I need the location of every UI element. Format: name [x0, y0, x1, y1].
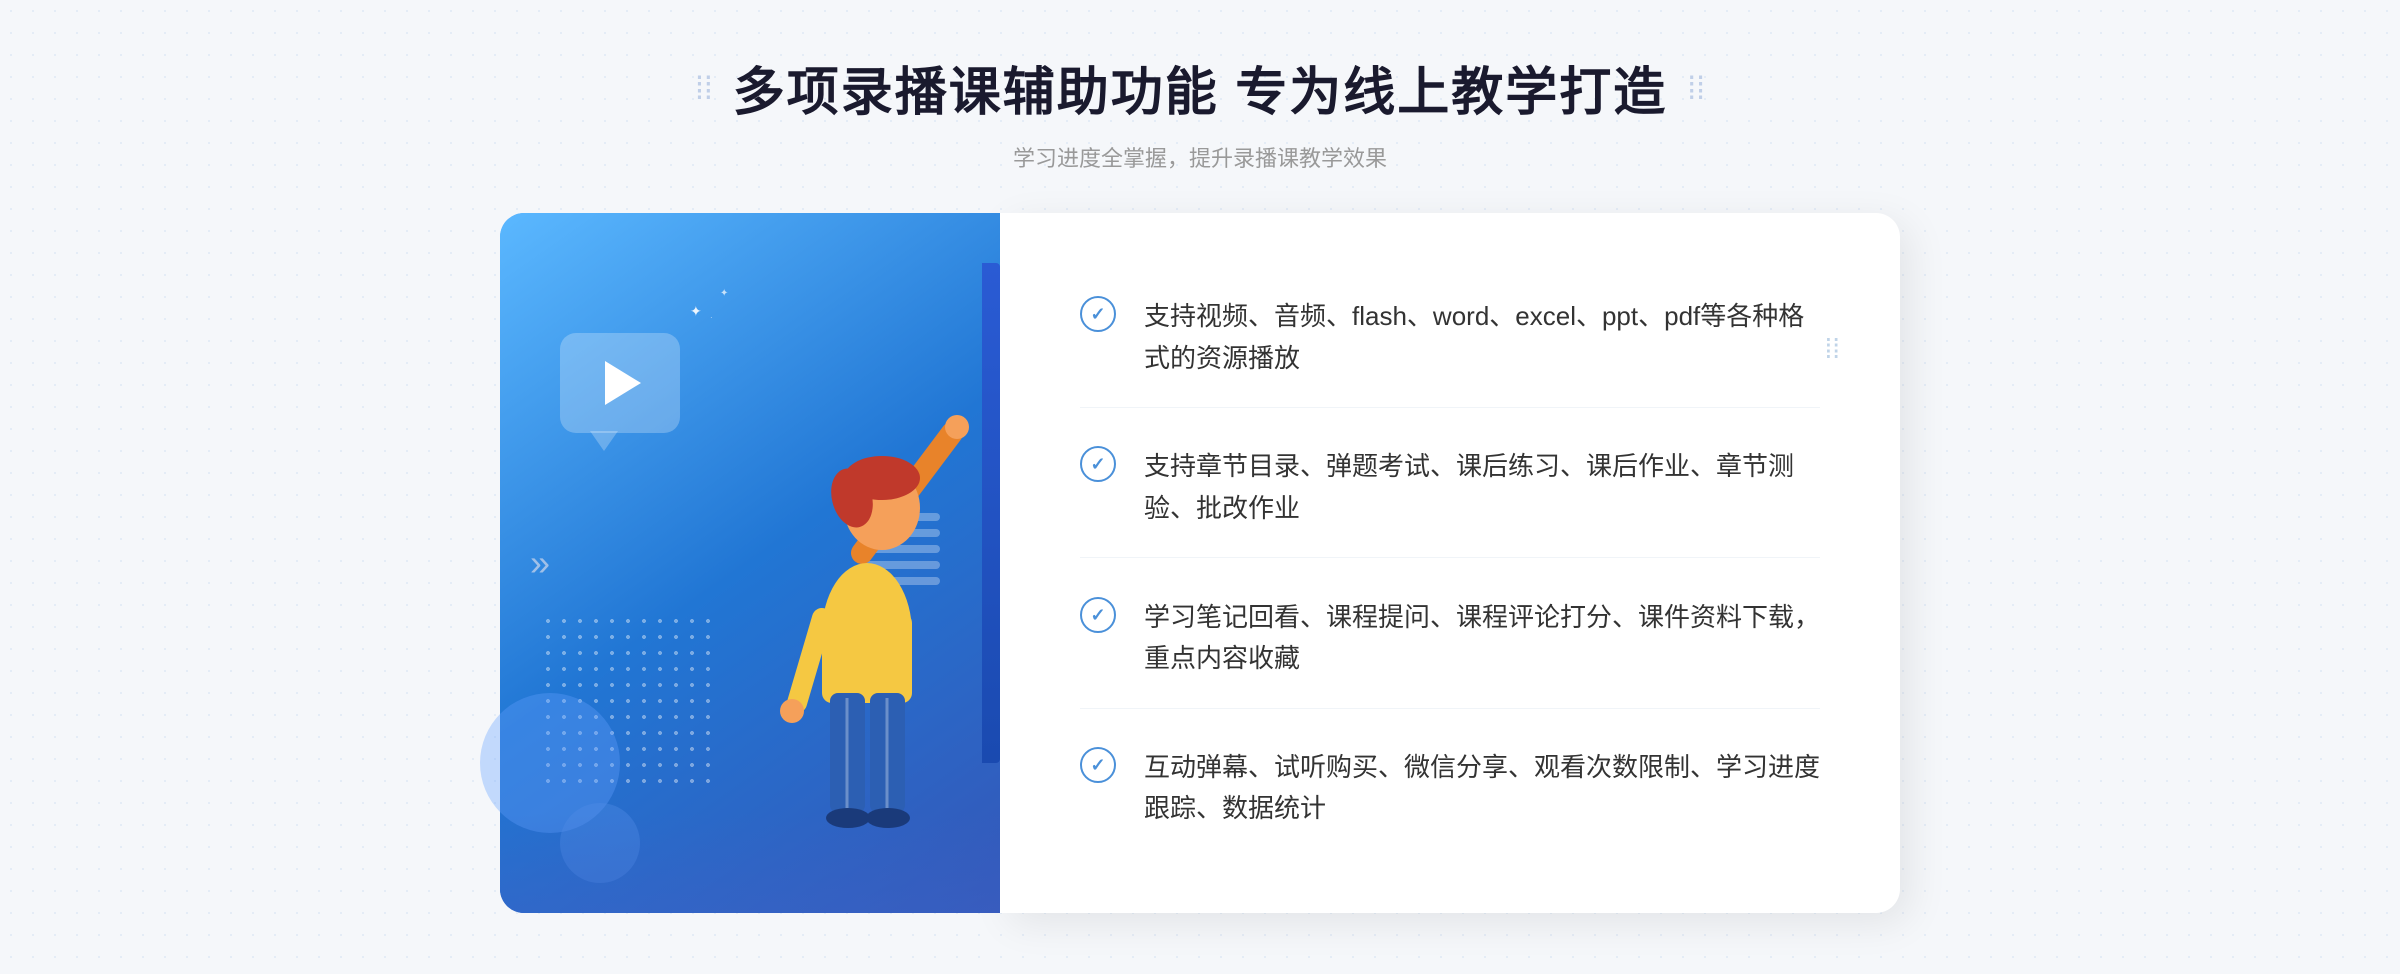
page-subtitle: 学习进度全掌握，提升录播课教学效果 [1013, 141, 1387, 173]
feature-item-3: ✓ 学习笔记回看、课程提问、课程评论打分、课件资料下载，重点内容收藏 [1080, 569, 1820, 709]
feature-item-4: ✓ 互动弹幕、试听购买、微信分享、观看次数限制、学习进度跟踪、数据统计 [1080, 719, 1820, 858]
check-circle-1: ✓ [1080, 296, 1116, 332]
star-decoration-2: ✦ [720, 288, 728, 299]
star-decoration-1: ✦ [690, 303, 702, 320]
title-decorator-left: ⁞⁞ [695, 72, 713, 104]
illustration-card: ✦ ✦ · [500, 213, 1000, 913]
content-area: » ✦ ✦ · [500, 213, 1900, 913]
feature-item-1: ✓ 支持视频、音频、flash、word、excel、ppt、pdf等各种格式的… [1080, 268, 1820, 408]
page-title: 多项录播课辅助功能 专为线上教学打造 [733, 50, 1667, 125]
check-mark-4: ✓ [1090, 756, 1105, 774]
feature-text-1: 支持视频、音频、flash、word、excel、ppt、pdf等各种格式的资源… [1144, 296, 1820, 379]
play-bubble [560, 333, 680, 433]
person-svg [752, 353, 992, 913]
check-mark-1: ✓ [1090, 305, 1105, 323]
feature-text-4: 互动弹幕、试听购买、微信分享、观看次数限制、学习进度跟踪、数据统计 [1144, 747, 1820, 830]
check-circle-4: ✓ [1080, 747, 1116, 783]
left-chevron-decoration: » [530, 542, 550, 584]
right-dots-decoration: ⁞⁞ [1824, 333, 1840, 365]
play-icon [605, 361, 641, 405]
feature-text-3: 学习笔记回看、课程提问、课程评论打分、课件资料下载，重点内容收藏 [1144, 597, 1820, 680]
star-decoration-3: · [710, 313, 713, 322]
feature-text-2: 支持章节目录、弹题考试、课后练习、课后作业、章节测验、批改作业 [1144, 446, 1820, 529]
title-decorator-right: ⁞⁞ [1687, 72, 1705, 104]
check-circle-2: ✓ [1080, 446, 1116, 482]
person-illustration [722, 333, 1002, 913]
check-circle-3: ✓ [1080, 597, 1116, 633]
features-panel: ✓ 支持视频、音频、flash、word、excel、ppt、pdf等各种格式的… [1000, 213, 1900, 913]
header-section: ⁞⁞ 多项录播课辅助功能 专为线上教学打造 ⁞⁞ 学习进度全掌握，提升录播课教学… [695, 50, 1705, 173]
check-mark-3: ✓ [1090, 606, 1105, 624]
feature-item-2: ✓ 支持章节目录、弹题考试、课后练习、课后作业、章节测验、批改作业 [1080, 418, 1820, 558]
title-row: ⁞⁞ 多项录播课辅助功能 专为线上教学打造 ⁞⁞ [695, 50, 1705, 125]
page-container: ⁞⁞ 多项录播课辅助功能 专为线上教学打造 ⁞⁞ 学习进度全掌握，提升录播课教学… [0, 0, 2400, 974]
check-mark-2: ✓ [1090, 455, 1105, 473]
